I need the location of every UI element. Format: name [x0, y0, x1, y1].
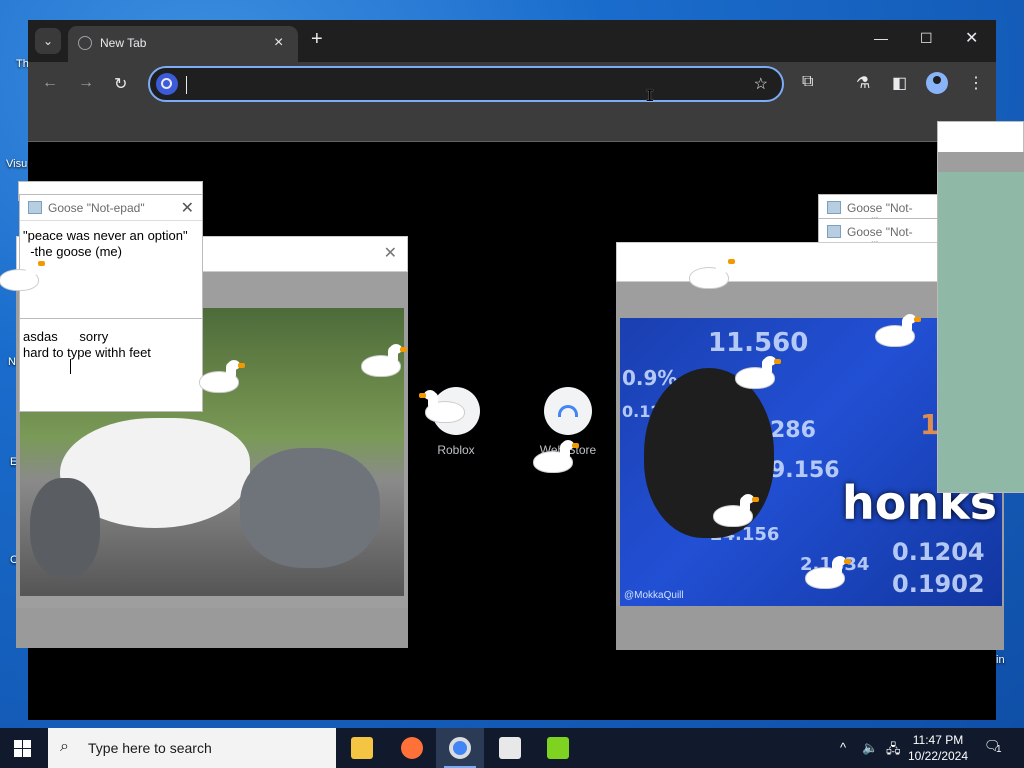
search-icon: ⌕ [60, 738, 69, 755]
close-icon[interactable]: ✕ [384, 243, 397, 263]
clock-time: 11:47 PM [912, 733, 964, 747]
firefox-taskbar[interactable] [388, 728, 436, 768]
forward-button[interactable]: → [78, 74, 94, 92]
maximize-icon: ☐ [920, 30, 933, 46]
close-icon: ✕ [965, 30, 979, 47]
text-caret [186, 76, 187, 94]
meme-image-cutoff [938, 172, 1024, 492]
firefox-icon [401, 737, 423, 759]
7zip-icon [499, 737, 521, 759]
labs-flask-icon[interactable]: ⚗ [856, 73, 870, 93]
taskbar-clock[interactable]: 11:47 PM 10/22/2024 [906, 732, 970, 764]
start-button[interactable] [14, 740, 31, 757]
desktop-icon-label[interactable]: N [8, 356, 16, 368]
goose-notepad-quote[interactable]: Goose "Not-epad" ✕ "peace was never an o… [19, 194, 203, 330]
desktop-icon-label[interactable]: in [996, 654, 1005, 666]
chevron-up-icon[interactable]: ^ [840, 740, 846, 755]
stock-number: 11.560 [708, 328, 809, 358]
search-engine-icon [156, 73, 178, 95]
goose-notepad-stacked[interactable]: Goose "Not-epad" [818, 194, 942, 229]
goose-sprite[interactable] [362, 344, 408, 378]
meme-window-footer [616, 606, 1004, 650]
goose-sprite[interactable] [714, 494, 760, 528]
7zip-taskbar[interactable] [486, 728, 534, 768]
goose-sprite[interactable] [736, 356, 782, 390]
meme-window-footer [16, 608, 408, 648]
goose-sprite[interactable] [418, 390, 464, 424]
goose-sprite[interactable] [690, 256, 736, 290]
shortcut-label: Roblox [437, 443, 475, 457]
minimize-icon: — [874, 30, 888, 46]
address-bar[interactable]: ☆ [148, 66, 784, 102]
goose-sprite[interactable] [200, 360, 246, 394]
profile-avatar-icon[interactable] [926, 72, 948, 94]
taskbar: ⌕ Type here to search ^ 🔈 🖧 11:47 PM 10/… [0, 728, 1024, 768]
stock-number: 9.156 [770, 458, 840, 483]
pigeon-in-photo [240, 448, 380, 568]
text-caret [70, 359, 71, 374]
notepad-icon [28, 201, 42, 214]
notepad-title: Goose "Not-epad" [48, 201, 145, 215]
maximize-button[interactable]: ☐ [920, 30, 933, 47]
extensions-icon[interactable]: ⧉ [802, 73, 813, 91]
stock-number: 0.1204 [892, 538, 985, 566]
meme-window-bar [938, 152, 1024, 172]
minimize-button[interactable]: — [874, 30, 888, 46]
chevron-down-icon: ⌄ [42, 34, 54, 48]
bookmarks-bar [28, 106, 996, 142]
goose-sprite[interactable] [806, 556, 852, 590]
network-icon[interactable]: 🖧 [886, 740, 901, 762]
tab-title: New Tab [100, 36, 147, 50]
reload-button[interactable]: ↻ [114, 74, 127, 94]
volume-muted-icon[interactable]: 🔈 [862, 740, 878, 756]
goose-notepad-typing[interactable]: asdas sorry hard to type withh feet [19, 318, 203, 412]
toolbar: ← → ↻ ☆ ⧉ ⚗ ◧ ⋮ [28, 62, 996, 106]
close-window-button[interactable]: ✕ [965, 28, 978, 48]
folder-icon [351, 737, 373, 759]
side-panel-icon[interactable]: ◧ [892, 73, 907, 93]
back-button[interactable]: ← [42, 74, 58, 92]
notepad-quote-line: "peace was never an option" [23, 228, 188, 243]
close-tab-icon[interactable]: × [274, 34, 283, 52]
notepad-app-icon [547, 737, 569, 759]
goose-sprite[interactable] [0, 258, 46, 292]
file-explorer-taskbar[interactable] [338, 728, 386, 768]
stock-number: 0.1902 [892, 570, 985, 598]
stock-number: 286 [770, 418, 816, 443]
reload-icon: ↻ [114, 76, 128, 93]
notepad-typing-line: asdas sorry [23, 329, 109, 344]
desktop-icon-label[interactable]: Visu [6, 158, 27, 170]
chrome-icon [449, 737, 471, 759]
goose-sprite[interactable] [876, 314, 922, 348]
globe-icon [78, 36, 92, 50]
goose-meme-window-cutoff[interactable] [937, 121, 1024, 493]
notepad-icon [827, 225, 841, 238]
menu-kebab-icon[interactable]: ⋮ [968, 73, 984, 93]
arrow-left-icon: ← [42, 74, 58, 91]
new-tab-button[interactable]: + [311, 29, 323, 49]
tab-strip: ⌄ New Tab × + — ☐ ✕ [28, 20, 996, 62]
search-placeholder: Type here to search [88, 740, 212, 756]
arrow-right-icon: → [78, 74, 94, 91]
text-cursor-icon: I [645, 86, 655, 105]
clock-date: 10/22/2024 [907, 749, 969, 763]
taskbar-search[interactable]: ⌕ Type here to search [48, 728, 336, 768]
notepad-typing-line: hard to type withh feet [23, 345, 151, 360]
close-icon[interactable]: ✕ [181, 198, 194, 218]
desktop-icon-label[interactable]: Th [16, 58, 29, 70]
tab-search-button[interactable]: ⌄ [35, 28, 61, 54]
bookmark-star-icon[interactable]: ☆ [754, 74, 768, 94]
notepad-taskbar[interactable] [534, 728, 582, 768]
notepad-titlebar: Goose "Not-epad" ✕ [20, 195, 202, 221]
goose-sprite[interactable] [534, 440, 580, 474]
chrome-taskbar[interactable] [436, 728, 484, 768]
pigeon-in-photo [30, 478, 100, 578]
tab-new-tab[interactable]: New Tab × [68, 26, 298, 62]
plus-icon: + [311, 28, 323, 50]
goose-notepad-stacked[interactable]: Goose "Not-epad" [818, 218, 942, 253]
notification-count: 1 [996, 744, 1002, 755]
meme-watermark: @MokkaQuill [624, 590, 684, 601]
notepad-icon [827, 201, 841, 214]
web-store-icon [544, 387, 592, 435]
